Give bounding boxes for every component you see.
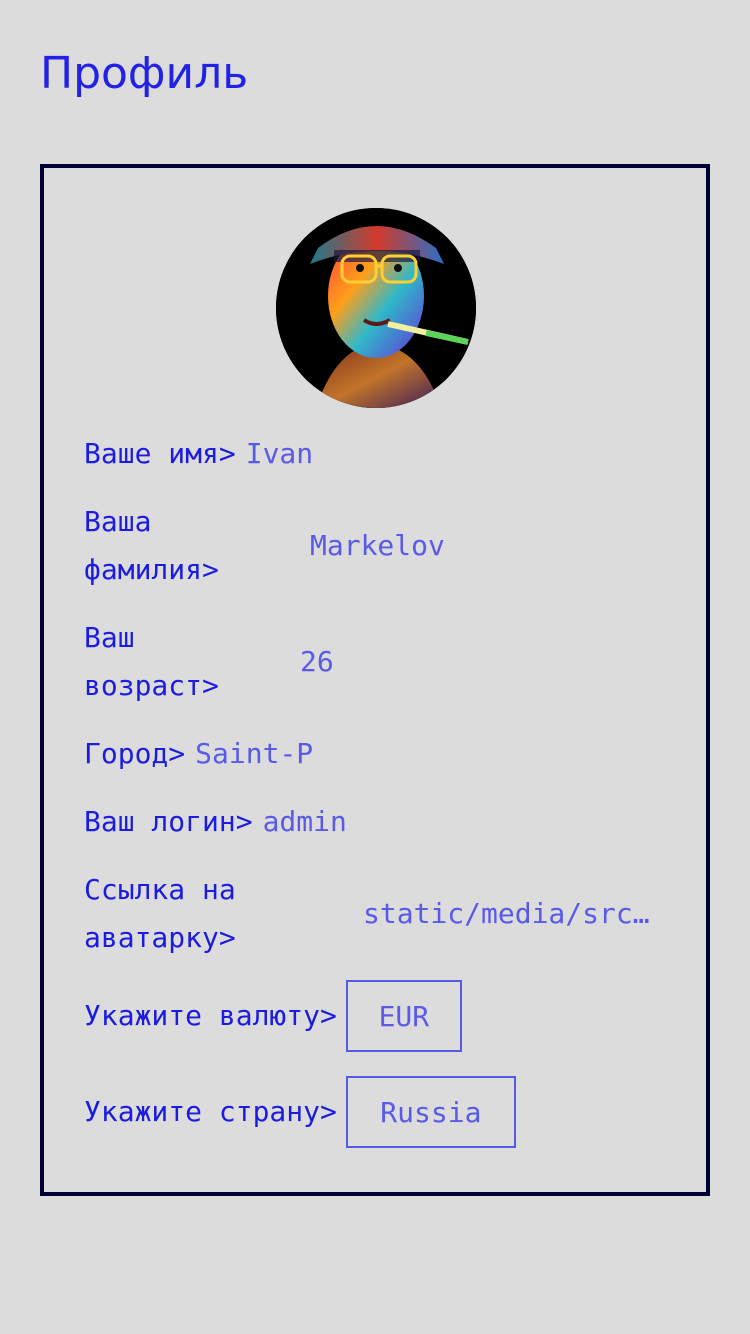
age-label: Ваш возраст> [84, 621, 219, 702]
page-title: Профиль [40, 48, 249, 99]
country-row: Укажите страну> Russia [84, 1076, 516, 1148]
surname-label: Ваша фамилия> [84, 505, 219, 586]
country-value: Russia [380, 1095, 482, 1129]
surname-row: Ваша фамилия> Markelov [84, 498, 445, 594]
login-label: Ваш логин> [84, 805, 253, 838]
surname-value[interactable]: Markelov [310, 522, 445, 570]
avatar-link-row: Ссылка на аватарку> static/media/src… [84, 866, 650, 962]
country-label: Укажите страну> [84, 1095, 337, 1128]
avatar-image [276, 208, 476, 408]
age-row: Ваш возраст> 26 [84, 614, 334, 710]
city-row: Город> Saint-P [84, 730, 313, 778]
currency-label: Укажите валюту> [84, 999, 337, 1032]
name-value[interactable]: Ivan [246, 430, 313, 478]
age-value[interactable]: 26 [300, 638, 334, 686]
name-label: Ваше имя> [84, 437, 236, 470]
country-select[interactable]: Russia [345, 1076, 516, 1148]
avatar-link-label: Ссылка на аватарку> [84, 873, 236, 954]
profile-card: Ваше имя> Ivan Ваша фамилия> Markelov Ва… [40, 164, 710, 1196]
city-label: Город> [84, 737, 186, 770]
login-row: Ваш логин> admin [84, 798, 347, 846]
currency-select[interactable]: EUR [345, 980, 462, 1052]
avatar-link-value[interactable]: static/media/src… [363, 890, 650, 938]
avatar[interactable] [276, 208, 476, 408]
currency-row: Укажите валюту> EUR [84, 980, 462, 1052]
login-value[interactable]: admin [263, 798, 347, 846]
currency-value: EUR [378, 999, 430, 1033]
name-row: Ваше имя> Ivan [84, 430, 313, 478]
city-value[interactable]: Saint-P [195, 730, 313, 778]
